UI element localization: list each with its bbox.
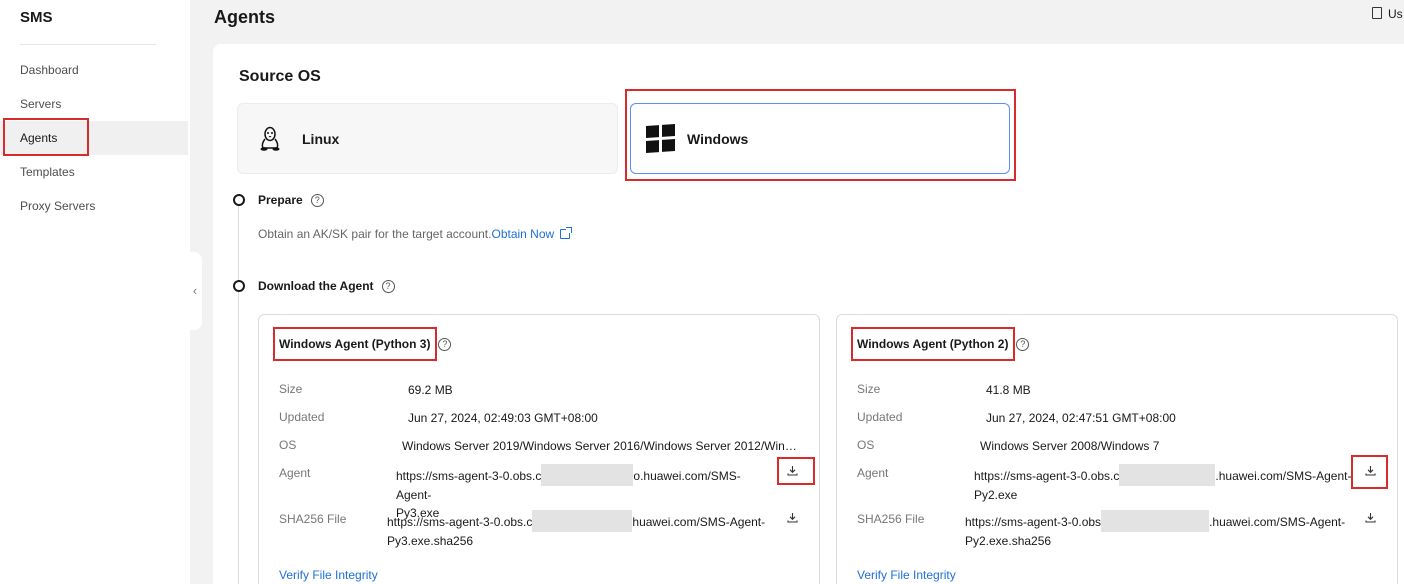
prepare-description: Obtain an AK/SK pair for the target acco… xyxy=(258,227,573,241)
sidebar: SMS Dashboard Servers Agents Templates P… xyxy=(0,0,190,584)
step-title-download: Download the Agent? xyxy=(258,279,395,293)
agent-url[interactable]: https://sms-agent-3-0.obs.c .huawei.com/S… xyxy=(974,464,1354,504)
linux-penguin-icon xyxy=(258,125,282,153)
url-part: .huawei.com/SMS-Agent- xyxy=(1209,515,1346,529)
os-value: Windows Server 2008/Windows 7 xyxy=(980,439,1160,453)
updated-value: Jun 27, 2024, 02:47:51 GMT+08:00 xyxy=(986,411,1176,425)
os-option-label: Windows xyxy=(687,130,749,147)
download-icon[interactable] xyxy=(787,512,799,524)
redacted-block xyxy=(1101,510,1210,532)
book-icon xyxy=(1372,7,1382,19)
step-title-prepare: Prepare? xyxy=(258,193,324,207)
step-connector xyxy=(238,206,239,280)
url-part: Py2.exe xyxy=(974,488,1018,502)
os-value: Windows Server 2019/Windows Server 2016/… xyxy=(402,439,798,453)
help-icon[interactable]: ? xyxy=(310,194,324,207)
agent-title-text: Windows Agent (Python 2) xyxy=(857,337,1009,351)
step-marker-download xyxy=(233,280,245,292)
sidebar-item-templates[interactable]: Templates xyxy=(0,155,188,189)
url-part: https://sms-agent-3-0.obs.c xyxy=(974,469,1120,483)
agent-label: Agent xyxy=(279,466,311,480)
sha256-label: SHA256 File xyxy=(857,512,925,526)
updated-label: Updated xyxy=(857,410,903,424)
sidebar-item-proxy-servers[interactable]: Proxy Servers xyxy=(0,189,188,223)
sha256-url[interactable]: https://sms-agent-3-0.obs.c huawei.com/SM… xyxy=(387,510,777,550)
sidebar-item-agents[interactable]: Agents xyxy=(0,121,188,155)
step-connector xyxy=(238,292,239,584)
url-part: https://sms-agent-3-0.obs.c xyxy=(387,515,533,529)
updated-value: Jun 27, 2024, 02:49:03 GMT+08:00 xyxy=(408,411,598,425)
url-part: Py2.exe.sha256 xyxy=(965,534,1052,548)
obtain-now-link[interactable]: Obtain Now xyxy=(491,227,554,241)
os-label: OS xyxy=(279,438,297,452)
sidebar-item-dashboard[interactable]: Dashboard xyxy=(0,53,188,87)
agent-card-python3: Windows Agent (Python 3)? Size 69.2 MB U… xyxy=(258,314,820,584)
url-part: huawei.com/SMS-Agent- xyxy=(632,515,766,529)
download-icon[interactable] xyxy=(1365,465,1377,477)
external-link-icon[interactable] xyxy=(560,227,573,239)
agent-card-python2: Windows Agent (Python 2)? Size 41.8 MB U… xyxy=(836,314,1398,584)
sidebar-divider xyxy=(20,44,156,45)
chevron-left-icon: ‹ xyxy=(192,283,198,298)
step-title-text: Download the Agent xyxy=(258,279,374,293)
size-value: 69.2 MB xyxy=(408,383,453,397)
os-option-linux[interactable]: Linux xyxy=(237,103,618,174)
download-icon[interactable] xyxy=(787,465,799,477)
agent-card-title: Windows Agent (Python 3)? xyxy=(279,337,452,351)
help-icon[interactable]: ? xyxy=(1016,338,1030,351)
user-guide-label: Us xyxy=(1388,7,1403,21)
redacted-block xyxy=(541,464,634,486)
url-part: https://sms-agent-3-0.obs.c xyxy=(396,469,542,483)
user-guide-link[interactable]: Us xyxy=(1372,7,1403,21)
verify-file-integrity-link[interactable]: Verify File Integrity xyxy=(279,568,378,582)
redacted-block xyxy=(1119,464,1216,486)
source-os-title: Source OS xyxy=(239,68,321,85)
prepare-text: Obtain an AK/SK pair for the target acco… xyxy=(258,227,492,241)
page-title: Agents xyxy=(214,7,276,27)
step-marker-prepare xyxy=(233,194,245,206)
verify-file-integrity-link[interactable]: Verify File Integrity xyxy=(857,568,956,582)
updated-label: Updated xyxy=(279,410,325,424)
url-part: https://sms-agent-3-0.obs xyxy=(965,515,1102,529)
help-icon[interactable]: ? xyxy=(381,280,395,293)
redacted-block xyxy=(532,510,633,532)
sha256-label: SHA256 File xyxy=(279,512,347,526)
url-part: .huawei.com/SMS-Agent- xyxy=(1215,469,1352,483)
os-option-windows[interactable]: Windows xyxy=(630,103,1010,174)
agent-title-text: Windows Agent (Python 3) xyxy=(279,337,431,351)
download-icon[interactable] xyxy=(1365,512,1377,524)
sha256-url[interactable]: https://sms-agent-3-0.obs .huawei.com/SMS… xyxy=(965,510,1355,550)
size-value: 41.8 MB xyxy=(986,383,1031,397)
sidebar-item-servers[interactable]: Servers xyxy=(0,87,188,121)
agent-card-title: Windows Agent (Python 2)? xyxy=(857,337,1030,351)
sidebar-collapse-handle[interactable]: ‹ xyxy=(188,252,202,330)
windows-logo-icon xyxy=(645,123,675,154)
sidebar-brand: SMS xyxy=(20,9,53,26)
url-part: Py3.exe.sha256 xyxy=(387,534,474,548)
size-label: Size xyxy=(279,382,303,396)
os-option-label: Linux xyxy=(302,130,340,147)
agent-label: Agent xyxy=(857,466,889,480)
size-label: Size xyxy=(857,382,881,396)
os-label: OS xyxy=(857,438,875,452)
step-title-text: Prepare xyxy=(258,193,303,207)
help-icon[interactable]: ? xyxy=(438,338,452,351)
